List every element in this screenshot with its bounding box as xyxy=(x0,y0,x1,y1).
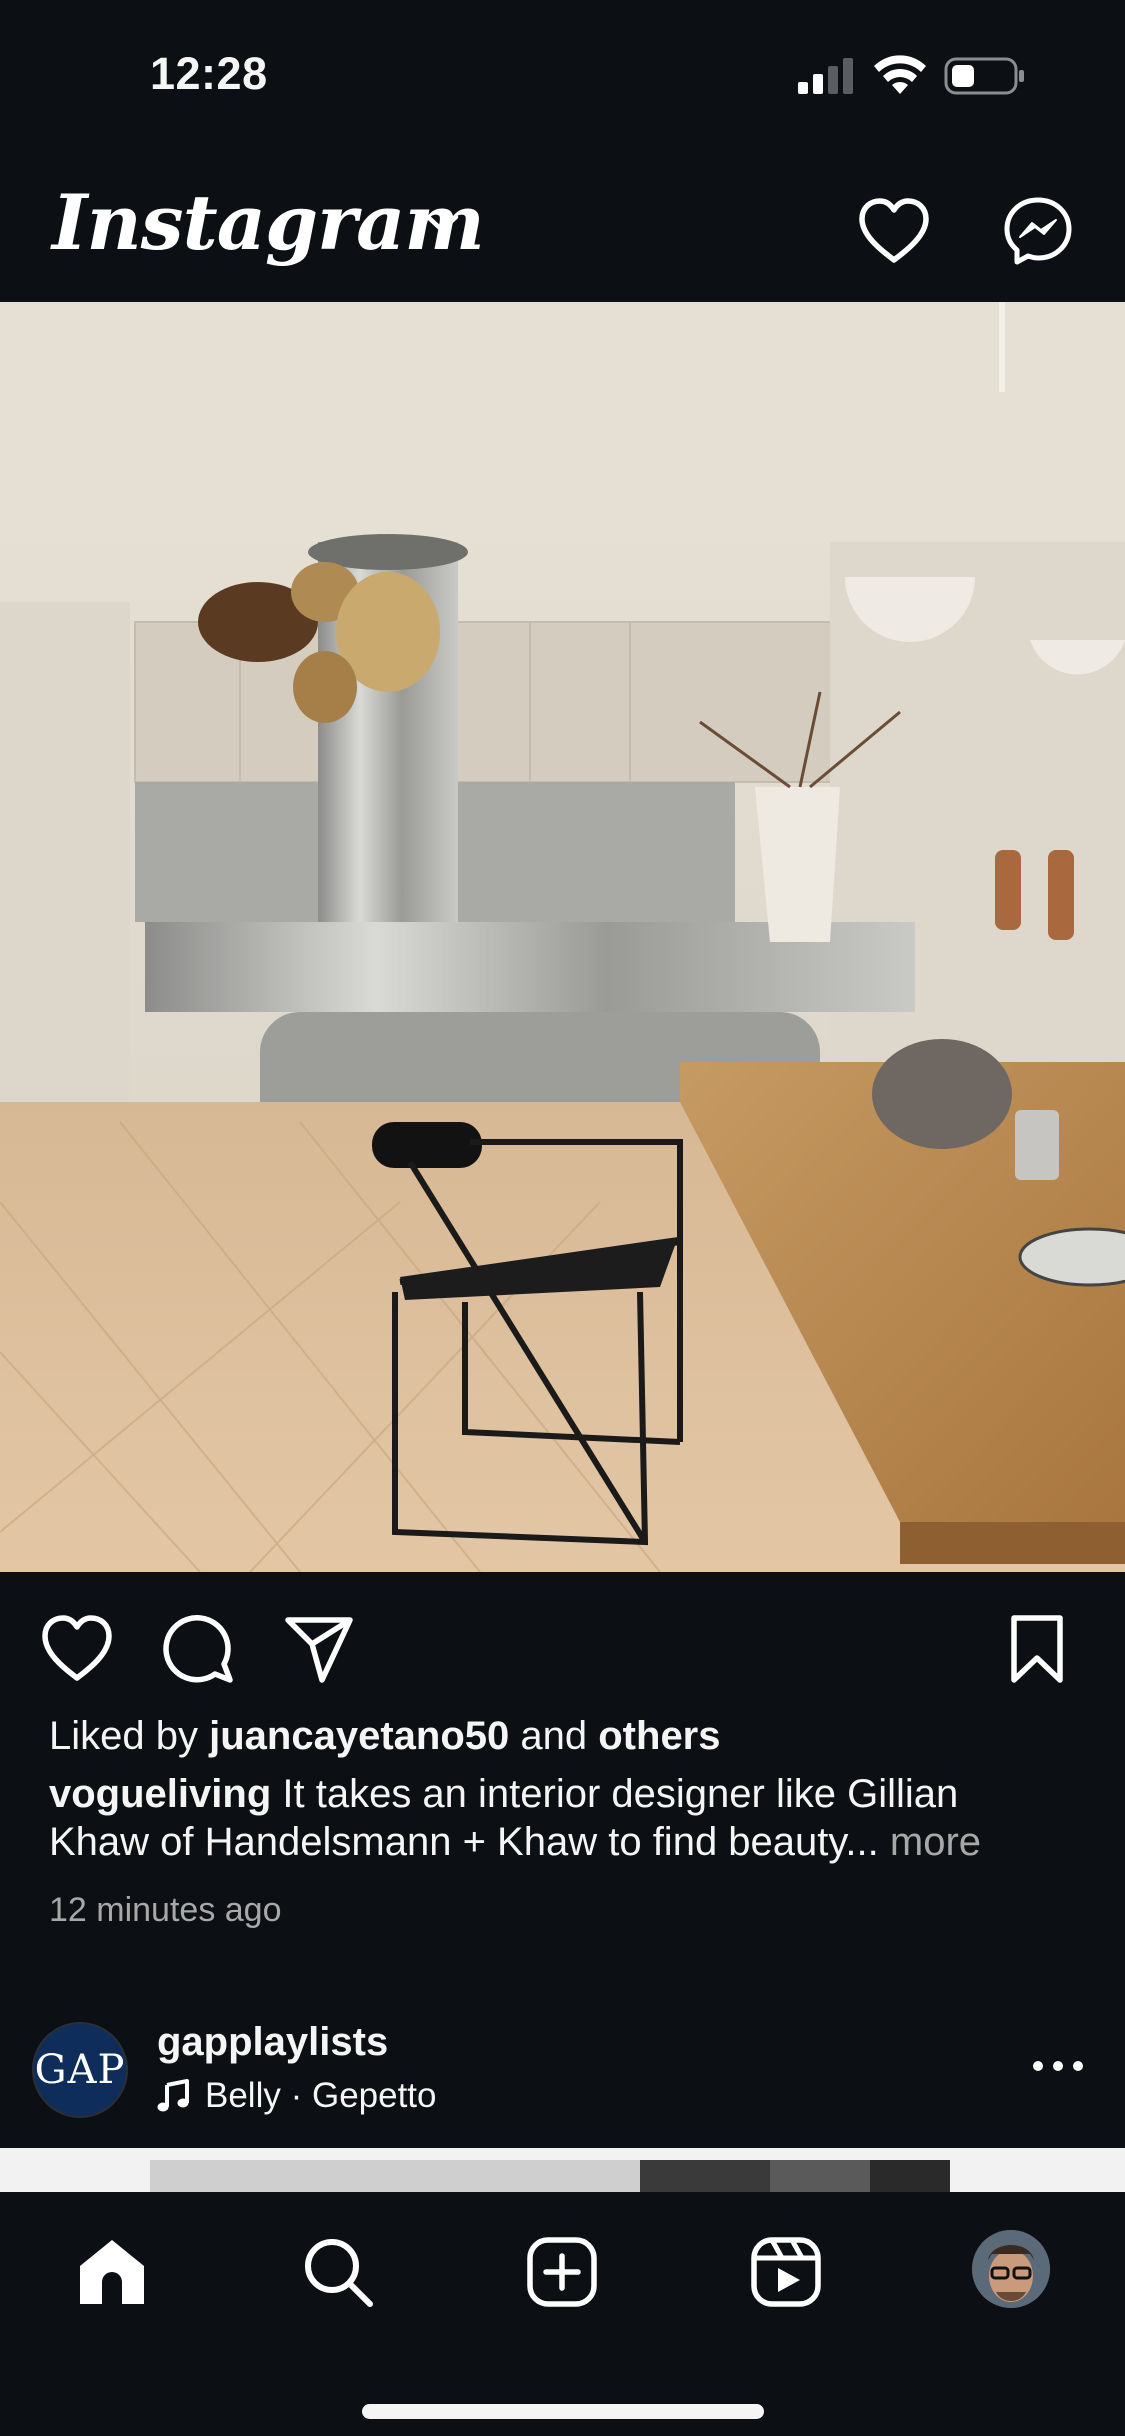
top-app-bar: Instagram xyxy=(0,150,1125,302)
heart-icon[interactable] xyxy=(858,198,930,264)
caption-author[interactable]: vogueliving xyxy=(49,1772,271,1816)
like-icon[interactable] xyxy=(40,1612,114,1686)
liked-by-prefix: Liked by xyxy=(49,1714,198,1758)
battery-icon xyxy=(944,57,1024,95)
reels-icon[interactable] xyxy=(748,2234,824,2310)
audio-label: Belly · Gepetto xyxy=(205,2076,437,2115)
bookmark-icon[interactable] xyxy=(1004,1612,1070,1686)
music-note-icon xyxy=(157,2079,189,2112)
post-audio[interactable]: Belly · Gepetto xyxy=(157,2076,437,2116)
instagram-logo[interactable]: Instagram xyxy=(52,178,485,267)
bottom-navigation xyxy=(0,2192,1125,2436)
wifi-icon xyxy=(874,55,926,94)
post-timestamp: 12 minutes ago xyxy=(49,1891,282,1929)
next-post-image[interactable] xyxy=(0,2148,1125,2192)
next-post-header: GAP gapplaylists Belly · Gepetto xyxy=(0,1998,1125,2148)
caption: vogueliving It takes an interior designe… xyxy=(49,1770,1089,1866)
search-icon[interactable] xyxy=(300,2234,376,2310)
home-indicator xyxy=(362,2404,764,2419)
liked-by-others[interactable]: others xyxy=(598,1714,720,1758)
status-time: 12:28 xyxy=(150,48,268,99)
profile-photo xyxy=(972,2230,1050,2308)
caption-text-line2: Khaw of Handelsmann + Khaw to find beaut… xyxy=(49,1820,879,1864)
post-image[interactable] xyxy=(0,302,1125,1572)
liked-by-user[interactable]: juancayetano50 xyxy=(209,1714,509,1758)
share-icon[interactable] xyxy=(282,1612,356,1686)
post-actions xyxy=(0,1572,1125,1722)
caption-text-line1: It takes an interior designer like Gilli… xyxy=(282,1772,959,1816)
caption-more-link[interactable]: more xyxy=(890,1820,981,1864)
messenger-icon[interactable] xyxy=(1003,196,1073,266)
avatar[interactable]: GAP xyxy=(32,2022,128,2118)
create-icon[interactable] xyxy=(524,2234,600,2310)
chevron-down-icon[interactable] xyxy=(424,212,460,236)
status-bar: 12:28 xyxy=(0,0,1125,150)
post-username[interactable]: gapplaylists xyxy=(157,2020,388,2065)
likes-summary[interactable]: Liked by juancayetano50 and others xyxy=(49,1712,1089,1768)
comment-icon[interactable] xyxy=(162,1612,236,1686)
liked-by-and: and xyxy=(520,1714,588,1758)
post-caption-area: Liked by juancayetano50 and others vogue… xyxy=(49,1712,1089,1934)
more-options-icon[interactable] xyxy=(1030,2056,1086,2076)
home-icon[interactable] xyxy=(74,2234,150,2310)
cellular-signal-icon xyxy=(798,58,853,94)
profile-avatar[interactable] xyxy=(972,2230,1050,2308)
